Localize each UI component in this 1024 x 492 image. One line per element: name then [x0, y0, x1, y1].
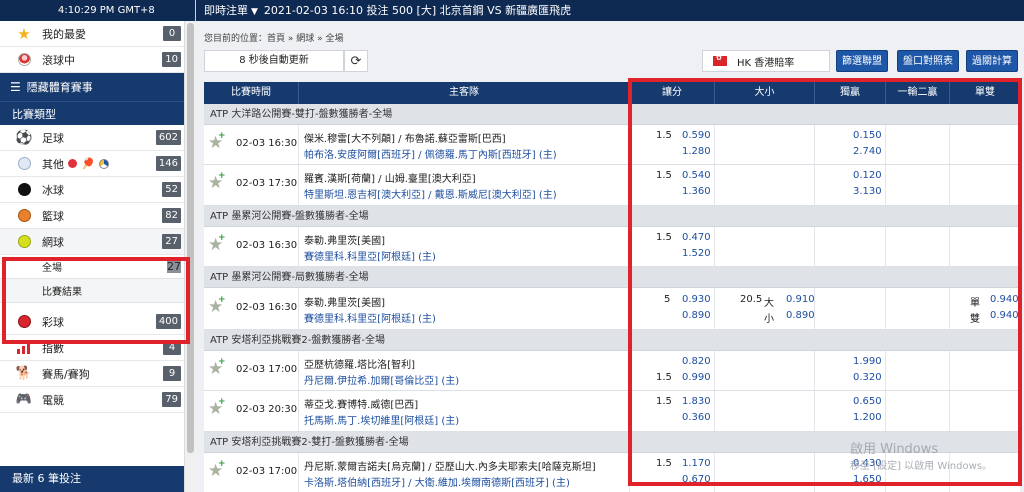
refresh-icon: ⟳	[350, 53, 362, 69]
sidebar-item-tennis[interactable]: 網球 27	[0, 229, 195, 255]
count-badge: 146	[155, 156, 181, 171]
watermark-line2: 移至 [設定] 以啟用 Windows。	[850, 461, 992, 472]
sidebar-item-racing[interactable]: 🐕 賽馬/賽狗 9	[0, 361, 195, 387]
latest-bets-bar[interactable]: 最新 6 筆投注	[0, 466, 184, 492]
sidebar-item-live[interactable]: 滾球中 10	[0, 47, 195, 73]
count-badge: 27	[162, 234, 181, 249]
watermark-line1: 啟用 Windows	[850, 442, 939, 457]
sidebar-item-basketball[interactable]: 籃球 82	[0, 203, 195, 229]
away-team: 卡洛斯.塔伯納[西班牙] / 大衛.維加.埃爾南德斯[西班牙] (主)	[304, 478, 570, 489]
away-team: 丹尼爾.伊拉希.加爾[哥倫比亞] (主)	[304, 376, 460, 387]
sidebar-item-label: 我的最愛	[42, 27, 86, 41]
live-ball-icon	[16, 52, 32, 68]
away-team: 特里斯坦.恩吉柯[澳大利亞] / 戴恩.斯威尼[澳大利亞] (主)	[304, 190, 557, 201]
sidebar-item-favorites[interactable]: ★ 我的最愛 0	[0, 21, 195, 47]
soccer-ball-icon: ⚽	[15, 129, 33, 146]
clock: 4:10:29 PM GMT+8	[0, 0, 195, 21]
match-time: 02-03 16:30	[236, 240, 298, 251]
sidebar-item-label: 網球	[42, 235, 64, 249]
ping-pong-icon: 🏓	[81, 157, 95, 170]
add-favorite-star-icon[interactable]: ★ +	[208, 171, 226, 193]
match-time: 02-03 20:30	[236, 404, 298, 415]
star-icon: ★	[17, 24, 31, 43]
count-badge: 52	[162, 182, 181, 197]
count-badge: 82	[162, 208, 181, 223]
count-badge: 9	[163, 366, 181, 381]
sidebar: 4:10:29 PM GMT+8 ★ 我的最愛 0 滾球中 10 ☰ 隱藏體育賽…	[0, 0, 196, 492]
highlight-box-tennis	[2, 257, 190, 344]
sidebar-item-esports[interactable]: 🎮 電競 79	[0, 387, 195, 413]
add-favorite-star-icon[interactable]: ★ +	[208, 295, 226, 317]
away-team: 帕布洛.安度阿爾[西班牙] / 佩德羅.馬丁內斯[西班牙] (主)	[304, 150, 557, 161]
home-team: 泰勒.弗里茨[美國]	[304, 236, 385, 247]
home-team: 丹尼斯.蒙爾吉諾夫[烏克蘭] / 亞歷山大.內多夫耶索夫[哈薩克斯坦]	[304, 462, 596, 473]
count-badge: 79	[162, 392, 181, 407]
add-favorite-star-icon[interactable]: ★ +	[208, 233, 226, 255]
sidebar-item-label: 冰球	[42, 183, 64, 197]
sidebar-item-label: 足球	[42, 131, 64, 145]
match-time: 02-03 17:00	[236, 364, 298, 375]
gamepad-icon: 🎮	[15, 392, 33, 407]
other-sports-icon	[16, 156, 32, 172]
red-ball-icon	[68, 159, 77, 168]
hk-flag-icon	[713, 54, 727, 66]
count-badge: 602	[155, 130, 181, 145]
scrollbar-thumb[interactable]	[187, 23, 194, 453]
home-team: 泰勒.弗里茨[美國]	[304, 298, 385, 309]
add-favorite-star-icon[interactable]: ★ +	[208, 357, 226, 379]
odds-table-button[interactable]: 盤口對照表	[897, 50, 959, 72]
hide-events-toggle[interactable]: ☰ 隱藏體育賽事	[0, 73, 195, 101]
sidebar-item-label: 電競	[42, 393, 64, 407]
sidebar-item-label: 賽馬/賽狗	[42, 367, 90, 381]
breadcrumb: 您目前的位置：首頁 » 網球 » 全場	[204, 34, 344, 44]
hide-events-label: 隱藏體育賽事	[26, 81, 93, 94]
add-favorite-star-icon[interactable]: ★ +	[208, 459, 226, 481]
auto-refresh-countdown: 8 秒後自動更新	[204, 50, 344, 72]
sport-type-header: 比賽類型	[0, 101, 195, 125]
chevron-down-icon: ▼	[251, 7, 258, 17]
col-header-teams: 主客隊	[299, 82, 630, 104]
odds-type-select[interactable]: HK 香港賠率	[702, 50, 830, 72]
parlay-calc-button[interactable]: 過關計算	[966, 50, 1018, 72]
live-bet-info: 2021-02-03 16:10 投注 500 [大] 北京首鋼 VS 新疆廣匯…	[263, 4, 572, 17]
sidebar-item-ice-hockey[interactable]: 冰球 52	[0, 177, 195, 203]
home-team: 亞歷杭德羅.塔比洛[智利]	[304, 360, 415, 371]
live-bets-ticker[interactable]: 即時注單 ▼ 2021-02-03 16:10 投注 500 [大] 北京首鋼 VS…	[196, 0, 1024, 21]
add-favorite-star-icon[interactable]: ★ +	[208, 397, 226, 419]
hockey-puck-icon	[16, 182, 32, 198]
count-badge: 10	[162, 52, 181, 67]
away-team: 賽德里科.科里亞[阿根廷] (主)	[304, 252, 436, 263]
match-time: 02-03 17:00	[236, 466, 298, 477]
windows-activation-watermark: 啟用 Windows 移至 [設定] 以啟用 Windows。	[850, 438, 992, 472]
odds-type-label: HK 香港賠率	[737, 57, 795, 69]
volleyball-icon	[98, 158, 109, 169]
tennis-ball-icon	[16, 234, 32, 250]
live-bets-label: 即時注單	[204, 4, 248, 17]
sidebar-item-soccer[interactable]: ⚽ 足球 602	[0, 125, 195, 151]
away-team: 托馬斯.馬丁.埃切維里[阿根廷] (主)	[304, 416, 460, 427]
match-time: 02-03 16:30	[236, 302, 298, 313]
home-team: 蒂亞戈.賽博特.威德[巴西]	[304, 400, 419, 411]
greyhound-icon: 🐕	[15, 366, 33, 381]
count-badge: 0	[163, 26, 181, 41]
sidebar-item-label: 籃球	[42, 209, 64, 223]
match-time: 02-03 16:30	[236, 138, 298, 149]
basketball-icon	[16, 208, 32, 224]
sidebar-item-label: 其他 🏓	[42, 156, 156, 172]
away-team: 賽德里科.科里亞[阿根廷] (主)	[304, 314, 436, 325]
filter-league-button[interactable]: 篩選聯盟	[836, 50, 888, 72]
sidebar-item-other[interactable]: 其他 🏓 146	[0, 151, 195, 177]
refresh-button[interactable]: ⟳	[344, 50, 368, 72]
home-team: 羅賓.漢斯[荷蘭] / 山姆.臺里[澳大利亞]	[304, 174, 476, 185]
menu-icon: ☰	[10, 80, 21, 94]
col-header-time: 比賽時間	[204, 82, 299, 104]
sidebar-item-label: 滾球中	[42, 53, 75, 67]
add-favorite-star-icon[interactable]: ★ +	[208, 131, 226, 153]
home-team: 傑米.穆雷[大不列顛] / 布魯諾.蘇亞雷斯[巴西]	[304, 134, 506, 145]
highlight-box-odds-columns	[628, 78, 1022, 486]
match-time: 02-03 17:30	[236, 178, 298, 189]
